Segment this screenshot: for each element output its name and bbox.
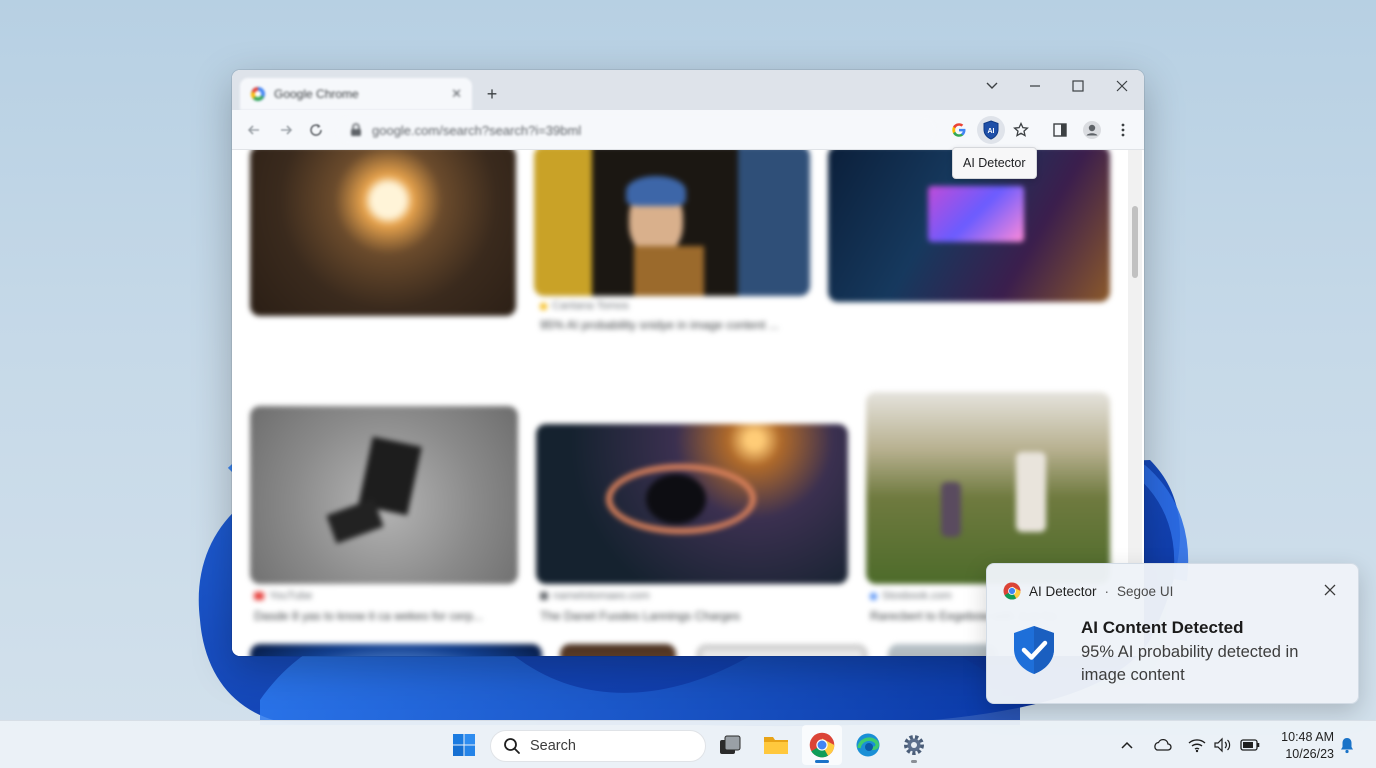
system-clock[interactable]: 10:48 AM 10/26/23 [1270, 729, 1334, 763]
close-window-button[interactable] [1100, 70, 1144, 102]
volume-icon[interactable] [1212, 735, 1234, 755]
shield-check-icon [1014, 626, 1054, 674]
wifi-icon[interactable] [1186, 735, 1208, 755]
browser-tab[interactable]: Google Chrome ✕ [240, 78, 472, 110]
ai-detector-notification[interactable]: AI Detector · Segoe UI AI Content Detect… [986, 563, 1359, 704]
file-explorer-icon[interactable] [756, 725, 796, 765]
taskbar: Search 10:48 AM 10/26/23 [0, 720, 1376, 768]
windows-logo-icon [453, 734, 475, 756]
notification-separator: · [1104, 583, 1110, 599]
clock-date: 10/26/23 [1285, 747, 1334, 761]
address-bar[interactable]: google.com/search?search?i=39bml [336, 116, 936, 144]
ai-badge: AI [988, 128, 995, 135]
result-image[interactable] [250, 150, 516, 316]
result-image[interactable] [888, 644, 998, 656]
ai-detector-extension-icon[interactable]: AI [977, 116, 1005, 144]
result-image[interactable] [560, 644, 676, 656]
show-hidden-icons-chevron-icon[interactable] [1116, 735, 1138, 755]
profile-avatar-icon[interactable] [1080, 118, 1104, 142]
notification-bell-icon[interactable] [1336, 735, 1358, 755]
result-image[interactable] [536, 424, 848, 584]
start-button[interactable] [444, 725, 484, 765]
notification-body: 95% AI probability detected in image con… [1081, 643, 1299, 684]
notification-app-name: AI Detector [1029, 583, 1097, 599]
google-favicon-icon [251, 87, 265, 101]
browser-toolbar: google.com/search?search?i=39bml AI [232, 110, 1144, 150]
onedrive-cloud-icon[interactable] [1151, 735, 1173, 755]
google-g-icon[interactable] [947, 118, 971, 142]
task-view-icon[interactable] [710, 725, 750, 765]
more-menu-icon[interactable] [1111, 118, 1135, 142]
maximize-button[interactable] [1056, 70, 1100, 102]
lock-icon [351, 123, 361, 136]
chrome-logo-icon [1003, 582, 1021, 600]
battery-icon[interactable] [1239, 735, 1261, 755]
result-image[interactable] [250, 644, 542, 656]
back-arrow-icon[interactable] [242, 118, 266, 142]
reload-icon[interactable] [304, 118, 328, 142]
result-image[interactable] [250, 406, 518, 584]
result-title[interactable]: The Danet Fuodes Lannings Charges [540, 609, 740, 623]
search-placeholder: Search [530, 738, 576, 754]
notification-subtitle: Segoe UI [1117, 583, 1174, 599]
tab-search-icon[interactable] [970, 70, 1014, 102]
clock-time: 10:48 AM [1281, 730, 1334, 744]
scrollbar-thumb[interactable] [1132, 206, 1138, 278]
new-tab-button[interactable]: + [480, 82, 504, 106]
running-indicator [911, 760, 917, 763]
address-text: google.com/search?search?i=39bml [372, 122, 582, 138]
result-source: YouTube [254, 590, 312, 602]
ai-detector-tooltip: AI Detector [952, 147, 1037, 179]
result-title[interactable]: Dasde 8 yas to know it ca wekeo for cerp… [254, 609, 483, 623]
result-image[interactable] [534, 150, 810, 296]
result-title[interactable]: 95% AI probability snidye in image conte… [540, 318, 779, 332]
result-source: Stosbook.com [870, 590, 952, 602]
chrome-taskbar-icon[interactable] [802, 725, 842, 765]
bookmark-star-icon[interactable] [1009, 118, 1033, 142]
forward-arrow-icon[interactable] [274, 118, 298, 142]
result-source: namelotomaeo.com [540, 590, 650, 602]
result-source: Cantana Tomos [540, 300, 629, 312]
minimize-button[interactable] [1013, 70, 1057, 102]
search-icon [504, 738, 520, 754]
tab-title: Google Chrome [274, 87, 359, 101]
notification-title: AI Content Detected [1081, 618, 1244, 637]
title-bar: Google Chrome ✕ + [232, 70, 1144, 110]
settings-gear-icon[interactable] [894, 725, 934, 765]
notification-close-icon[interactable] [1320, 580, 1340, 600]
taskbar-search-box[interactable]: Search [490, 730, 706, 762]
active-indicator [815, 760, 829, 763]
edge-icon[interactable] [848, 725, 888, 765]
notification-header: AI Detector · Segoe UI [1003, 582, 1173, 600]
result-image[interactable] [866, 392, 1110, 584]
result-image[interactable] [696, 644, 868, 656]
side-panel-icon[interactable] [1048, 118, 1072, 142]
tab-close-icon[interactable]: ✕ [451, 86, 462, 102]
